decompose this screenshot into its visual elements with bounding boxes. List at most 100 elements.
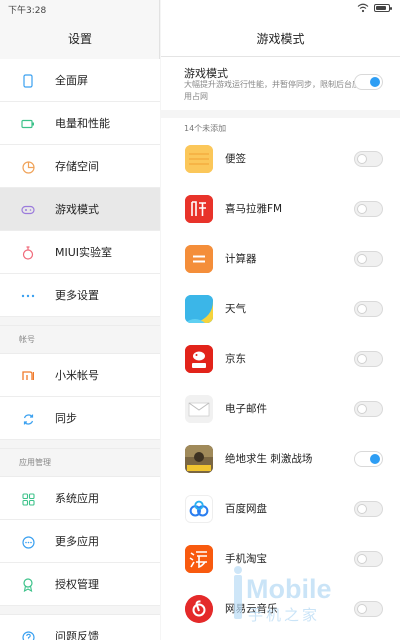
app-row-notes[interactable]: 便签 xyxy=(161,134,400,184)
toggle-knob xyxy=(357,304,367,314)
app-label: 绝地求生 刺激战场 xyxy=(225,453,313,465)
sidebar-item-sync[interactable]: 同步 xyxy=(0,397,160,440)
email-icon xyxy=(185,395,213,423)
app-row-jd[interactable]: 京东 xyxy=(161,334,400,384)
sidebar-item-label: 存储空间 xyxy=(55,160,99,173)
sidebar-item-label: MIUI实验室 xyxy=(55,246,113,259)
section-header-app-management: 应用管理 xyxy=(0,449,160,477)
imobile-watermark: Mobile 手机之家 xyxy=(234,566,332,624)
status-bar: 下午3:28 xyxy=(0,0,400,16)
toggle-knob xyxy=(370,454,380,464)
page-title: 游戏模式 xyxy=(256,32,305,46)
battery-status-icon xyxy=(374,4,392,12)
app-row-pubg[interactable]: 绝地求生 刺激战场 xyxy=(161,434,400,484)
sidebar-item-label: 更多应用 xyxy=(55,535,99,548)
app-row-email[interactable]: 电子邮件 xyxy=(161,384,400,434)
toggle-knob xyxy=(370,77,380,87)
toggle-knob xyxy=(357,554,367,564)
app-toggle[interactable] xyxy=(354,351,383,367)
watermark-brand: Mobile xyxy=(246,574,332,604)
status-time: 下午3:28 xyxy=(8,6,47,16)
mi-logo-icon xyxy=(20,368,36,384)
battery-icon xyxy=(20,116,36,132)
app-row-baidu-netdisk[interactable]: 百度网盘 xyxy=(161,484,400,534)
game-mode-toggle[interactable] xyxy=(354,74,383,90)
sidebar-item-game-mode[interactable]: 游戏模式 xyxy=(0,188,160,231)
toggle-knob xyxy=(357,254,367,264)
sidebar-item-label: 系统应用 xyxy=(55,492,99,505)
sidebar-item-label: 问题反馈 xyxy=(55,630,99,640)
app-list: 便签 喜马拉雅FM 计算器 天气 京东 电子邮件 绝地求生 刺激战场 百度网盘 … xyxy=(161,134,400,634)
storage-pie-icon xyxy=(20,159,36,175)
baidu-netdisk-icon xyxy=(185,495,213,523)
netease-music-icon xyxy=(185,595,213,623)
weather-icon xyxy=(185,295,213,323)
screen: 设置 全面屏 电量和性能 存储空间 游戏模式 MIUI实验室 更多设置 帐号 小… xyxy=(0,0,400,640)
toggle-knob xyxy=(357,354,367,364)
sidebar-item-label: 游戏模式 xyxy=(55,203,99,216)
app-toggle[interactable] xyxy=(354,501,383,517)
settings-title: 设置 xyxy=(67,32,92,46)
app-label: 喜马拉雅FM xyxy=(225,203,283,215)
pubg-icon xyxy=(185,445,213,473)
sidebar-item-full-screen[interactable]: 全面屏 xyxy=(0,59,160,102)
sidebar-item-authorization[interactable]: 授权管理 xyxy=(0,563,160,606)
app-label: 电子邮件 xyxy=(225,403,267,415)
game-mode-setting-row[interactable]: 游戏模式 大幅提升游戏运行性能，并暂停同步，限制后台应用占网 xyxy=(161,58,400,110)
app-label: 便签 xyxy=(225,153,246,165)
settings-sidebar: 设置 全面屏 电量和性能 存储空间 游戏模式 MIUI实验室 更多设置 帐号 小… xyxy=(0,0,160,640)
not-added-count: 14个未添加 xyxy=(184,124,227,133)
sidebar-item-storage[interactable]: 存储空间 xyxy=(0,145,160,188)
sidebar-item-label: 小米帐号 xyxy=(55,369,99,382)
status-icons xyxy=(357,3,392,13)
toggle-knob xyxy=(357,404,367,414)
section-gap xyxy=(0,440,160,449)
app-label: 天气 xyxy=(225,303,246,315)
app-label: 百度网盘 xyxy=(225,503,267,515)
authorization-badge-icon xyxy=(20,577,36,593)
section-gap xyxy=(161,110,400,118)
game-mode-panel: 游戏模式 游戏模式 大幅提升游戏运行性能，并暂停同步，限制后台应用占网 14个未… xyxy=(161,0,400,640)
app-toggle[interactable] xyxy=(354,401,383,417)
gamepad-icon xyxy=(20,202,36,218)
sidebar-item-more-settings[interactable]: 更多设置 xyxy=(0,274,160,317)
app-toggle[interactable] xyxy=(354,301,383,317)
phone-screen-icon xyxy=(20,73,36,89)
game-mode-setting-description: 大幅提升游戏运行性能，并暂停同步，限制后台应用占网 xyxy=(184,80,360,101)
watermark-subtitle: 手机之家 xyxy=(248,606,320,624)
app-toggle[interactable] xyxy=(354,151,383,167)
lab-flask-icon xyxy=(20,245,36,261)
settings-nav-list: 全面屏 电量和性能 存储空间 游戏模式 MIUI实验室 更多设置 帐号 小米帐号… xyxy=(0,59,160,640)
taobao-icon xyxy=(185,545,213,573)
more-apps-icon xyxy=(20,534,36,550)
grid-apps-icon xyxy=(20,491,36,507)
app-row-ximalaya[interactable]: 喜马拉雅FM xyxy=(161,184,400,234)
sidebar-item-label: 同步 xyxy=(55,412,77,425)
app-toggle[interactable] xyxy=(354,251,383,267)
sidebar-item-miui-lab[interactable]: MIUI实验室 xyxy=(0,231,160,274)
sidebar-item-label: 电量和性能 xyxy=(55,117,110,130)
app-label: 京东 xyxy=(225,353,246,365)
section-header-account: 帐号 xyxy=(0,326,160,354)
sidebar-item-feedback[interactable]: 问题反馈 xyxy=(0,615,160,640)
section-gap xyxy=(0,606,160,615)
sidebar-item-more-apps[interactable]: 更多应用 xyxy=(0,520,160,563)
sidebar-item-mi-account[interactable]: 小米帐号 xyxy=(0,354,160,397)
app-row-calculator[interactable]: 计算器 xyxy=(161,234,400,284)
question-icon xyxy=(20,629,36,640)
battery-fill xyxy=(376,6,386,10)
more-dots-icon xyxy=(20,288,36,304)
sidebar-item-label: 更多设置 xyxy=(55,289,99,302)
sidebar-item-battery-performance[interactable]: 电量和性能 xyxy=(0,102,160,145)
app-row-weather[interactable]: 天气 xyxy=(161,284,400,334)
sidebar-item-label: 授权管理 xyxy=(55,578,99,591)
wifi-icon xyxy=(357,3,369,13)
sync-icon xyxy=(20,411,36,427)
app-toggle[interactable] xyxy=(354,451,383,467)
toggle-knob xyxy=(357,504,367,514)
notes-icon xyxy=(185,145,213,173)
sidebar-item-system-apps[interactable]: 系统应用 xyxy=(0,477,160,520)
app-toggle[interactable] xyxy=(354,201,383,217)
toggle-knob xyxy=(357,154,367,164)
calculator-icon xyxy=(185,245,213,273)
